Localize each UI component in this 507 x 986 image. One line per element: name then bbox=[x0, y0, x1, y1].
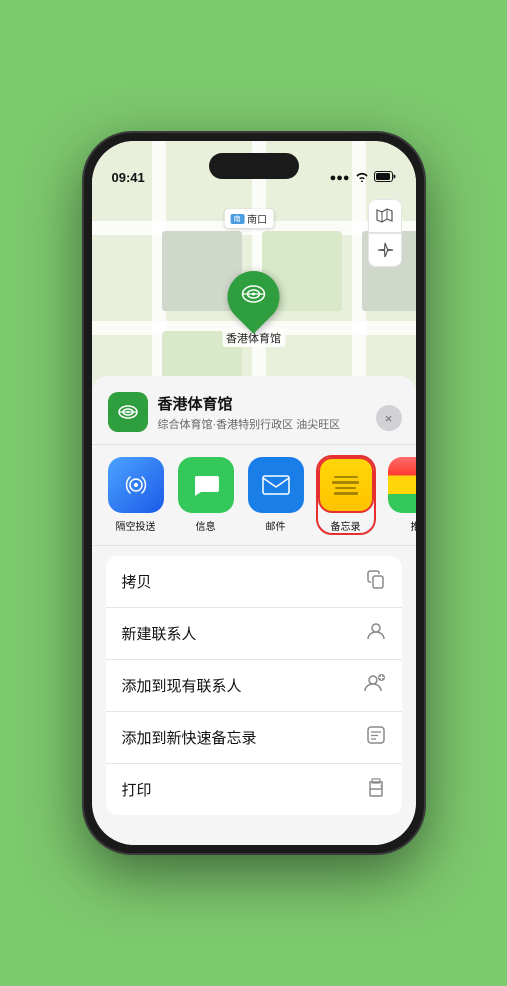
action-print[interactable]: 打印 bbox=[106, 764, 402, 815]
signal-icon: ●●● bbox=[330, 172, 350, 184]
messages-label: 信息 bbox=[196, 518, 216, 533]
stadium-marker[interactable]: 香港体育馆 bbox=[222, 271, 285, 347]
venue-close-button[interactable]: × bbox=[376, 405, 402, 431]
notes-label: 备忘录 bbox=[331, 518, 361, 533]
venue-info: 香港体育馆 综合体育馆·香港特别行政区 油尖旺区 bbox=[158, 393, 341, 432]
stadium-pin bbox=[217, 260, 291, 334]
new-contact-label: 新建联系人 bbox=[122, 623, 197, 644]
copy-label: 拷贝 bbox=[122, 571, 152, 592]
map-controls bbox=[368, 199, 402, 267]
mail-label: 邮件 bbox=[266, 518, 286, 533]
airdrop-icon bbox=[108, 457, 164, 513]
airdrop-label: 隔空投送 bbox=[116, 518, 156, 533]
south-gate-label: 南口 bbox=[247, 211, 267, 226]
phone-screen: 09:41 ●●● bbox=[92, 141, 416, 845]
battery-icon bbox=[374, 171, 396, 185]
phone-frame: 09:41 ●●● bbox=[84, 133, 424, 853]
more-icon bbox=[388, 457, 416, 513]
action-quick-note[interactable]: 添加到新快速备忘录 bbox=[106, 712, 402, 764]
notes-icon bbox=[318, 457, 374, 513]
status-time: 09:41 bbox=[112, 170, 145, 185]
quick-note-icon bbox=[366, 725, 386, 750]
quick-note-label: 添加到新快速备忘录 bbox=[122, 727, 257, 748]
share-row: 隔空投送 信息 bbox=[92, 445, 416, 546]
action-add-contact[interactable]: 添加到现有联系人 bbox=[106, 660, 402, 712]
share-airdrop[interactable]: 隔空投送 bbox=[108, 457, 164, 533]
add-contact-label: 添加到现有联系人 bbox=[122, 675, 242, 696]
more-label: 推 bbox=[411, 518, 416, 533]
action-new-contact[interactable]: 新建联系人 bbox=[106, 608, 402, 660]
print-label: 打印 bbox=[122, 779, 152, 800]
share-mail[interactable]: 邮件 bbox=[248, 457, 304, 533]
venue-name: 香港体育馆 bbox=[158, 393, 341, 414]
status-icons: ●●● bbox=[330, 171, 396, 185]
share-messages[interactable]: 信息 bbox=[178, 457, 234, 533]
messages-icon bbox=[178, 457, 234, 513]
label-bg: 南 bbox=[230, 214, 244, 224]
venue-header: 香港体育馆 综合体育馆·香港特别行政区 油尖旺区 × bbox=[92, 392, 416, 445]
dynamic-island bbox=[209, 153, 299, 179]
location-button[interactable] bbox=[368, 233, 402, 267]
mail-icon bbox=[248, 457, 304, 513]
copy-icon bbox=[366, 569, 386, 594]
close-icon: × bbox=[385, 411, 393, 426]
venue-subtitle: 综合体育馆·香港特别行政区 油尖旺区 bbox=[158, 416, 341, 432]
action-copy[interactable]: 拷贝 bbox=[106, 556, 402, 608]
map-south-label: 南 南口 bbox=[224, 209, 273, 228]
new-contact-icon bbox=[366, 621, 386, 646]
wifi-icon bbox=[355, 171, 369, 185]
map-type-button[interactable] bbox=[368, 199, 402, 233]
action-list: 拷贝 新建联系人 bbox=[106, 556, 402, 815]
print-icon bbox=[366, 777, 386, 802]
share-more[interactable]: 推 bbox=[388, 457, 416, 533]
add-contact-icon bbox=[364, 673, 386, 698]
venue-icon bbox=[108, 392, 148, 432]
bottom-sheet: 香港体育馆 综合体育馆·香港特别行政区 油尖旺区 × bbox=[92, 376, 416, 845]
share-notes[interactable]: 备忘录 bbox=[318, 457, 374, 533]
stadium-icon bbox=[240, 280, 268, 314]
